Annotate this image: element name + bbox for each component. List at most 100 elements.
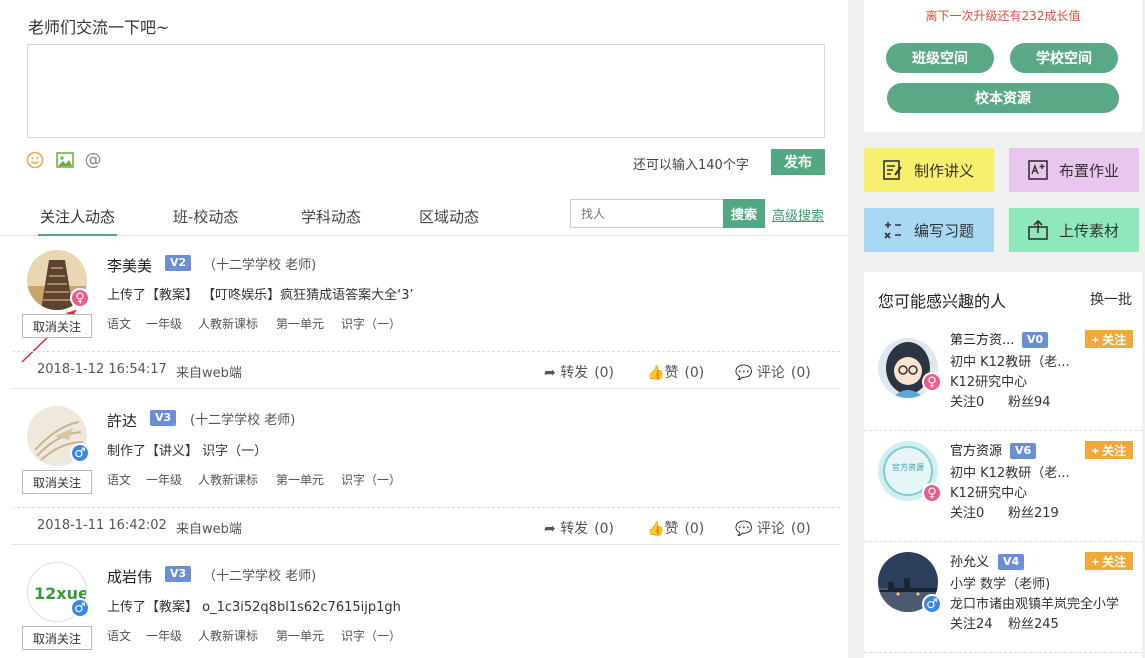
post-source: 来自web端 [176,366,242,381]
tab-following[interactable]: 关注人动态 [38,206,118,236]
unfollow-button[interactable]: 取消关注 [22,314,92,338]
post-author-name[interactable]: 許达 [107,410,137,431]
recommend-title: 您可能感兴趣的人 [878,292,1007,311]
class-space-button[interactable]: 班级空间 [886,43,994,73]
like-label: 赞 [664,365,679,381]
post-tag: 识字（一） [341,317,402,331]
char-count: 还可以输入140个字 [633,158,749,173]
comment-button[interactable]: 💬 评论 (0) [735,362,811,382]
post-author-name[interactable]: 李美美 [107,255,152,276]
person-fans-count: 粉丝219 [1008,506,1059,521]
post-tag: 人教新课标 [198,473,259,487]
forward-button[interactable]: ➦ 转发 (0) [544,362,614,382]
person-role: 初中 K12教研（老... [950,466,1070,481]
forward-count: (0) [594,365,615,381]
follow-button[interactable]: + 关注 [1085,552,1133,570]
post-tag: 第一单元 [276,629,325,643]
comment-icon: 💬 [735,521,757,537]
advanced-search-link[interactable]: 高级搜索 [772,205,824,224]
person-org: 龙口市诸由观镇羊岚完全小学 [950,597,1120,612]
author-school: （十二学学校 老师) [203,569,317,584]
post-content[interactable]: 上传了【教案】 【叮咚娱乐】疯狂猜成语答案大全‘3’ [107,284,414,303]
person-org: K12研究中心 [950,375,1028,390]
person-fans-count: 粉丝245 [1008,617,1059,632]
post-author-name[interactable]: 成岩伟 [107,566,152,587]
tool-label: 布置作业 [1059,161,1120,180]
post-tag: 识字（一） [341,629,402,643]
like-count: (0) [684,365,705,381]
post-tag: 语文 [107,317,132,331]
post-textarea[interactable] [27,44,825,138]
person-name[interactable]: 孙允义 [950,551,989,570]
author-school: （十二学学校 老师) [203,258,317,273]
forward-label: 转发 [560,521,589,537]
image-icon[interactable] [56,151,74,169]
refresh-button[interactable]: 换一批 [1090,289,1132,309]
male-icon: ♂ [70,598,90,618]
level-badge: V3 [150,410,177,426]
feed-post: ♀ 取消关注 李美美 V2 （十二学学校 老师) 上传了【教案】 【叮咚娱乐】疯… [12,236,840,390]
tab-subject[interactable]: 学科动态 [301,206,361,236]
like-count: (0) [684,521,705,537]
unfollow-button[interactable]: 取消关注 [22,470,92,494]
comment-button[interactable]: 💬 评论 (0) [735,518,811,538]
smiley-icon[interactable] [26,151,44,169]
people-search-input[interactable] [570,199,724,228]
unfollow-button[interactable]: 取消关注 [22,626,92,650]
upload-material-card[interactable]: 上传素材 [1009,208,1139,252]
forward-button[interactable]: ➦ 转发 (0) [544,518,614,538]
forward-count: (0) [594,521,615,537]
post-content[interactable]: 上传了【教案】 o_1c3i52q8bl1s62c7615ijp1gh [107,596,401,615]
assign-homework-card[interactable]: 布置作业 [1009,148,1139,192]
comment-count: (0) [790,521,811,537]
thumbs-up-icon: 👍 [647,521,665,537]
post-tag: 人教新课标 [198,629,259,643]
tab-region[interactable]: 区域动态 [419,206,479,236]
feed-post: 12xue ♂ 取消关注 成岩伟 V3 （十二学学校 老师) 上传了【教案】 o… [12,548,840,658]
comment-label: 评论 [756,521,785,537]
tab-class-school[interactable]: 班-校动态 [173,206,238,236]
publish-button[interactable]: 发布 [771,149,825,175]
recommend-panel: 您可能感兴趣的人 换一批 ♀ 第三方资... V0 + 关注 初中 K12教研（… [864,272,1142,658]
person-name[interactable]: 第三方资... [950,329,1014,348]
post-source: 来自web端 [176,522,242,537]
tool-label: 上传素材 [1059,221,1120,240]
male-icon: ♂ [70,443,90,463]
like-button[interactable]: 👍赞 (0) [647,518,704,538]
main-panel: 老师们交流一下吧~ @ 还可以输入140个字 发布 关注人动态 班-校动态 学科… [0,0,848,658]
homework-icon [1027,159,1049,181]
author-school: (十二学学校 老师) [190,413,296,428]
post-tag: 语文 [107,629,132,643]
level-badge: V0 [1022,332,1049,348]
forward-icon: ➦ [544,365,561,381]
level-badge: V4 [998,554,1025,570]
comment-count: (0) [790,365,811,381]
like-label: 赞 [664,521,679,537]
like-button[interactable]: 👍赞 (0) [647,362,704,382]
recommended-person: ♀ 第三方资... V0 + 关注 初中 K12教研（老... K12研究中心 … [864,320,1142,431]
make-handout-card[interactable]: 制作讲义 [864,148,994,192]
school-space-button[interactable]: 学校空间 [1010,43,1118,73]
person-follow-count: 关注0 [950,395,985,410]
upload-icon [1027,219,1049,241]
follow-button[interactable]: + 关注 [1085,441,1133,459]
level-badge: V2 [165,255,192,271]
post-tag: 一年级 [146,473,183,487]
post-content[interactable]: 制作了【讲义】 识字（一） [107,440,267,459]
search-button[interactable]: 搜索 [723,199,765,228]
person-org: K12研究中心 [950,486,1028,501]
person-follow-count: 关注24 [950,617,993,632]
post-time: 2018-1-12 16:54:17 [37,362,167,377]
person-fans-count: 粉丝94 [1008,395,1051,410]
female-icon: ♀ [70,288,90,308]
write-exercise-card[interactable]: 编写习题 [864,208,994,252]
post-time: 2018-1-11 16:42:02 [37,518,167,533]
female-icon: ♀ [922,483,942,503]
person-name[interactable]: 官方资源 [950,440,1002,459]
school-resource-button[interactable]: 校本资源 [887,83,1119,113]
male-icon: ♂ [922,594,942,614]
follow-button[interactable]: + 关注 [1085,330,1133,348]
post-tag: 一年级 [146,629,183,643]
avatar-logo-text: 官方资源 [892,462,924,472]
at-icon[interactable]: @ [84,150,102,170]
